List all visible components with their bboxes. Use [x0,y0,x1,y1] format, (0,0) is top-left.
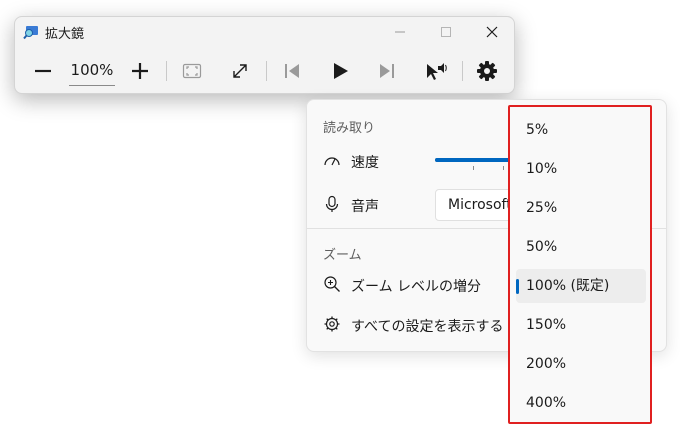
selection-indicator [516,279,519,294]
dropdown-option[interactable]: 400% [516,386,646,420]
minimize-button[interactable] [377,17,423,47]
gear-icon [324,316,340,332]
window-title: 拡大鏡 [45,27,85,42]
magnifier-toolbar: 100% [15,47,514,95]
minus-icon [35,69,51,73]
slider-tick [503,166,504,170]
dropdown-option-label: 100% (既定) [526,278,610,294]
gear-icon [477,61,497,81]
dropdown-option-selected[interactable]: 100% (既定) [516,269,646,303]
plus-icon [132,63,148,79]
next-button[interactable] [371,55,403,87]
play-button[interactable] [324,55,356,87]
zoom-out-button[interactable] [27,55,59,87]
zoom-increment-label: ズーム レベルの増分 [351,279,482,295]
microphone-icon [325,195,339,212]
dropdown-option[interactable]: 25% [516,191,646,225]
minimize-icon [395,31,405,33]
skip-next-icon [380,64,394,78]
magnifier-app-icon [23,26,38,40]
speed-label: 速度 [351,155,379,171]
close-button[interactable] [469,17,515,47]
dropdown-option[interactable]: 200% [516,347,646,381]
toolbar-separator [266,61,267,81]
speedometer-icon [324,157,340,166]
maximize-button[interactable] [423,17,469,47]
previous-button[interactable] [276,55,308,87]
reading-section-header: 読み取り [323,121,376,136]
expand-button[interactable] [224,55,256,87]
zoom-in-button[interactable] [124,55,156,87]
read-from-here-button[interactable] [420,55,452,87]
skip-previous-icon [285,64,299,78]
slider-tick [473,166,474,170]
maximize-icon [441,27,451,37]
voice-label: 音声 [351,199,379,215]
all-settings-link[interactable]: すべての設定を表示する [351,316,503,336]
magnifier-window: 拡大鏡 100% [14,16,515,94]
settings-button[interactable] [471,55,503,87]
view-mode-button[interactable] [176,55,208,87]
zoom-in-magnifier-icon [324,276,340,292]
cursor-speaker-icon [427,63,447,80]
zoom-level-display[interactable]: 100% [69,57,115,86]
dropdown-option[interactable]: 150% [516,308,646,342]
dropdown-option[interactable]: 50% [516,230,646,264]
expand-diagonal-icon [233,64,247,78]
toolbar-separator [462,61,463,81]
toolbar-separator [166,61,167,81]
close-icon [486,26,498,38]
zoom-increment-dropdown: 5% 10% 25% 50% 100% (既定) 150% 200% 400% [508,105,652,424]
title-bar[interactable]: 拡大鏡 [15,17,514,47]
play-icon [334,63,348,79]
dropdown-option[interactable]: 5% [516,113,646,147]
zoom-section-header: ズーム [323,248,362,263]
dropdown-option[interactable]: 10% [516,152,646,186]
fullscreen-view-icon [182,63,202,79]
